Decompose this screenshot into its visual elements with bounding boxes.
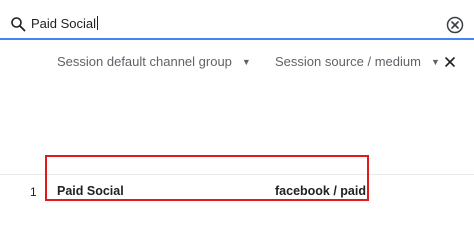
close-icon[interactable] xyxy=(442,54,458,70)
search-input[interactable]: Paid Social xyxy=(31,14,99,34)
column-header-label: Session default channel group xyxy=(57,54,232,69)
dropdown-caret-icon: ▼ xyxy=(241,57,251,67)
dropdown-caret-icon: ▼ xyxy=(430,57,440,67)
search-icon xyxy=(10,16,26,32)
search-input-value: Paid Social xyxy=(31,16,97,31)
text-cursor xyxy=(97,16,99,30)
clear-search-icon[interactable] xyxy=(445,15,465,35)
column-header-label: Session source / medium xyxy=(275,54,421,69)
search-bar[interactable]: Paid Social xyxy=(0,0,474,40)
column-header-source-medium[interactable]: Session source / medium ▼ xyxy=(275,52,440,72)
highlight-annotation-box xyxy=(45,155,369,201)
table-header: Session default channel group ▼ Session s… xyxy=(0,48,474,76)
column-header-channel-group[interactable]: Session default channel group ▼ xyxy=(57,52,251,72)
row-index: 1 xyxy=(30,185,37,199)
